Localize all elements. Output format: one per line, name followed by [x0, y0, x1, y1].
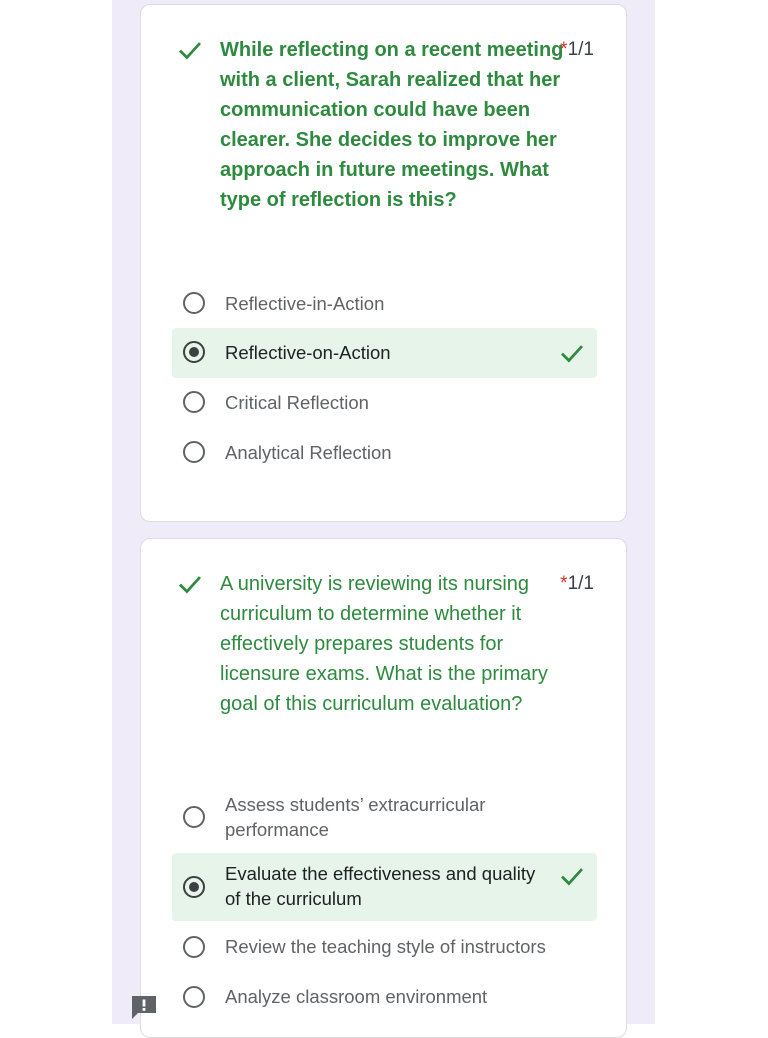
option-label: Reflective-on-Action — [225, 342, 391, 363]
option-label: Analyze classroom environment — [225, 986, 488, 1007]
question-text: While reflecting on a recent meeting wit… — [220, 39, 564, 211]
option-label: Reflective-in-Action — [225, 293, 385, 314]
answer-option[interactable]: Review the teaching style of instructors — [172, 925, 597, 971]
radio-button-selected[interactable] — [183, 876, 205, 898]
radio-button[interactable] — [183, 806, 205, 828]
answer-option[interactable]: Critical Reflection — [172, 378, 597, 428]
answer-option[interactable]: Assess students’ extracurricular perform… — [172, 789, 597, 845]
report-problem-icon[interactable] — [130, 994, 158, 1020]
score-value: 1/1 — [567, 573, 594, 594]
question-score: *1/1 — [560, 569, 594, 599]
checkmark-icon — [561, 868, 584, 886]
required-mark: * — [560, 39, 568, 60]
option-label: Evaluate the effectiveness and quality o… — [225, 863, 536, 909]
radio-button[interactable] — [183, 292, 205, 314]
radio-button[interactable] — [183, 441, 205, 463]
score-value: 1/1 — [567, 39, 594, 60]
question-card-2: A university is reviewing its nursing cu… — [140, 538, 627, 1038]
option-label: Analytical Reflection — [225, 442, 392, 463]
radio-button[interactable] — [183, 391, 205, 413]
question-score: *1/1 — [560, 35, 594, 65]
radio-button[interactable] — [183, 986, 205, 1008]
form-background: While reflecting on a recent meeting wit… — [112, 0, 655, 1038]
answer-option-correct[interactable]: Reflective-on-Action — [172, 328, 597, 378]
question-card-1: While reflecting on a recent meeting wit… — [140, 4, 627, 522]
checkmark-icon — [179, 42, 202, 60]
checkmark-icon — [561, 345, 584, 363]
option-label: Review the teaching style of instructors — [225, 936, 546, 957]
required-mark: * — [560, 573, 568, 594]
radio-button[interactable] — [183, 936, 205, 958]
answer-option[interactable]: Analytical Reflection — [172, 428, 597, 478]
option-label: Critical Reflection — [225, 392, 369, 413]
answer-option-correct[interactable]: Evaluate the effectiveness and quality o… — [172, 853, 597, 921]
question-text: A university is reviewing its nursing cu… — [220, 573, 548, 715]
answer-option[interactable]: Reflective-in-Action — [172, 279, 597, 329]
answer-option[interactable]: Analyze classroom environment — [172, 975, 597, 1021]
option-label: Assess students’ extracurricular perform… — [225, 794, 486, 840]
radio-button-selected[interactable] — [183, 341, 205, 363]
checkmark-icon — [179, 576, 202, 594]
